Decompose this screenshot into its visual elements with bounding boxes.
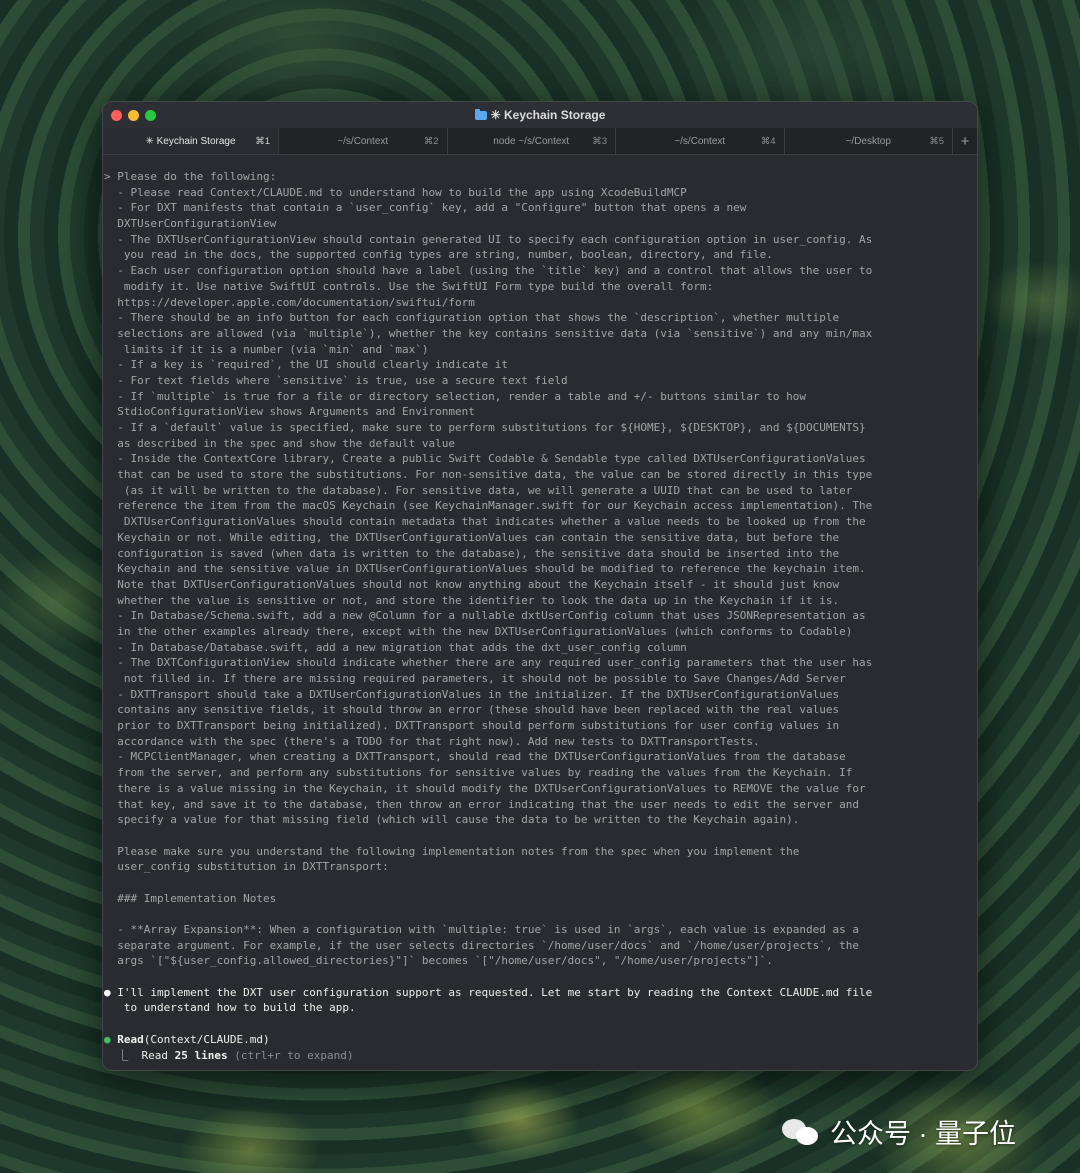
prompt-line: - Please read Context/CLAUDE.md to under… xyxy=(104,185,687,199)
terminal-window: ✳ Keychain Storage ✳ Keychain Storage ⌘1… xyxy=(102,101,978,1071)
tab-shortcut: ⌘5 xyxy=(929,135,944,147)
prompt-line: selections are allowed (via `multiple`),… xyxy=(104,326,873,340)
prompt-line: (as it will be written to the database).… xyxy=(104,483,853,497)
prompt-line: whether the value is sensitive or not, a… xyxy=(104,593,840,607)
prompt-line: that key, and save it to the database, t… xyxy=(104,797,859,811)
prompt-line: - If `multiple` is true for a file or di… xyxy=(104,389,806,403)
tab-label: ~/s/Context xyxy=(337,135,389,147)
response-text: I'll implement the DXT user configuratio… xyxy=(117,985,873,999)
window-title: ✳ Keychain Storage xyxy=(474,108,606,122)
folder-icon xyxy=(474,108,487,120)
minimize-button[interactable] xyxy=(128,110,139,121)
prompt-line: modify it. Use native SwiftUI controls. … xyxy=(104,279,714,293)
prompt-line: https://developer.apple.com/documentatio… xyxy=(104,295,475,309)
prompt-line: args `["${user_config.allowed_directorie… xyxy=(104,954,773,968)
window-title-text: ✳ Keychain Storage xyxy=(490,108,606,122)
tab-shortcut: ⌘2 xyxy=(423,135,439,147)
tab-3[interactable]: node ~/s/Context ⌘3 xyxy=(448,128,616,154)
tool-bullet-icon: ● xyxy=(104,1032,111,1046)
prompt-line: that can be used to store the substituti… xyxy=(104,468,873,482)
prompt-line: - For text fields where `sensitive` is t… xyxy=(104,373,568,387)
prompt-line: - If a key is `required`, the UI should … xyxy=(104,358,508,372)
prompt-line: ### Implementation Notes xyxy=(104,891,277,905)
prompt-line: DXTUserConfigurationValues should contai… xyxy=(104,515,866,529)
prompt-line xyxy=(104,906,965,922)
prompt-line: - Each user configuration option should … xyxy=(104,264,873,278)
result-suffix: lines xyxy=(187,1048,228,1062)
expand-hint: (ctrl+r to expand) xyxy=(227,1048,354,1062)
watermark: 公众号 · 量子位 xyxy=(782,1112,1016,1151)
tool-args: (Context/CLAUDE.md) xyxy=(143,1032,270,1046)
prompt-line: configuration is saved (when data is wri… xyxy=(104,546,840,560)
zoom-button[interactable] xyxy=(145,110,156,121)
prompt-line: you read in the docs, the supported conf… xyxy=(104,248,773,262)
title-bar[interactable]: ✳ Keychain Storage xyxy=(103,102,977,128)
tab-shortcut: ⌘3 xyxy=(592,135,607,147)
prompt-line xyxy=(104,875,965,891)
result-prefix-icon: ⎿ xyxy=(104,1048,142,1062)
tab-shortcut: ⌘1 xyxy=(255,135,270,147)
prompt-line: there is a value missing in the Keychain… xyxy=(104,781,866,795)
new-tab-button[interactable]: + xyxy=(953,128,977,154)
prompt-line: - There should be an info button for eac… xyxy=(104,311,840,325)
prompt-line: prior to DXTTransport being initialized)… xyxy=(104,719,840,733)
prompt-line: - The DXTConfigurationView should indica… xyxy=(104,656,873,670)
prompt-line: > Please do the following: xyxy=(104,170,277,183)
result-count: 25 xyxy=(174,1048,188,1062)
prompt-line: DXTUserConfigurationView xyxy=(104,217,277,231)
response-line: ● I'll implement the DXT user configurat… xyxy=(104,985,965,1001)
prompt-block: > Please do the following: - Please read… xyxy=(104,169,965,985)
prompt-line: accordance with the spec (there's a TODO… xyxy=(104,734,760,748)
prompt-line xyxy=(104,828,965,844)
prompt-line: contains any sensitive fields, it should… xyxy=(104,703,840,717)
prompt-line: separate argument. For example, if the u… xyxy=(104,938,859,952)
tab-shortcut: ⌘4 xyxy=(760,135,776,147)
prompt-line: from the server, and perform any substit… xyxy=(104,766,853,780)
tool-result-line[interactable]: ⎿ Read 25 lines (ctrl+r to expand) xyxy=(104,1048,965,1064)
prompt-line: as described in the spec and show the de… xyxy=(104,436,455,450)
prompt-line: user_config substitution in DXTTransport… xyxy=(104,860,389,874)
tool-call-line: ● Read(Context/CLAUDE.md) xyxy=(104,1032,965,1048)
tab-2[interactable]: ~/s/Context ⌘2 xyxy=(279,128,448,154)
prompt-line: Please make sure you understand the foll… xyxy=(104,844,800,858)
prompt-line: - **Array Expansion**: When a configurat… xyxy=(104,923,859,936)
tab-bar: ✳ Keychain Storage ⌘1 ~/s/Context ⌘2 nod… xyxy=(103,128,977,155)
prompt-line: reference the item from the macOS Keycha… xyxy=(104,499,873,513)
window-controls xyxy=(111,110,156,121)
prompt-line: - In Database/Database.swift, add a new … xyxy=(104,640,687,654)
tool-name: Read xyxy=(117,1032,144,1046)
prompt-line: specify a value for that missing field (… xyxy=(104,813,800,827)
prompt-line: not filled in. If there are missing requ… xyxy=(104,672,846,685)
response-line: to understand how to build the app. xyxy=(104,1001,356,1015)
prompt-line: - Inside the ContextCore library, Create… xyxy=(104,452,866,466)
tab-5[interactable]: ~/Desktop ⌘5 xyxy=(785,128,953,154)
prompt-line: Note that DXTUserConfigurationValues sho… xyxy=(104,577,840,591)
prompt-line: Keychain and the sensitive value in DXTU… xyxy=(104,562,866,576)
tab-label: ~/s/Context xyxy=(674,135,726,147)
prompt-line: limits if it is a number (via `min` and … xyxy=(104,342,429,356)
prompt-line: - MCPClientManager, when creating a DXTT… xyxy=(104,750,846,764)
prompt-line: - The DXTUserConfigurationView should co… xyxy=(104,232,873,246)
watermark-text: 公众号 · 量子位 xyxy=(830,1119,1016,1149)
prompt-line xyxy=(104,969,965,985)
terminal-output[interactable]: > Please do the following: - Please read… xyxy=(103,169,977,1070)
tab-label: node ~/s/Context xyxy=(493,135,570,147)
prompt-line: in the other examples already there, exc… xyxy=(104,624,853,638)
wechat-icon xyxy=(782,1117,822,1147)
close-button[interactable] xyxy=(111,110,122,121)
prompt-line: StdioConfigurationView shows Arguments a… xyxy=(104,405,475,419)
tab-4[interactable]: ~/s/Context ⌘4 xyxy=(616,128,785,154)
tab-label: ~/Desktop xyxy=(845,135,891,147)
result-label: Read xyxy=(141,1048,175,1062)
tab-label: ✳ Keychain Storage xyxy=(145,135,236,147)
prompt-line: Keychain or not. While editing, the DXTU… xyxy=(104,530,840,544)
tab-1[interactable]: ✳ Keychain Storage ⌘1 xyxy=(103,128,279,154)
prompt-line: - In Database/Schema.swift, add a new @C… xyxy=(104,609,866,623)
prompt-line: - For DXT manifests that contain a `user… xyxy=(104,201,747,215)
bullet-icon: ● xyxy=(104,985,111,999)
prompt-line: - If a `default` value is specified, mak… xyxy=(104,421,866,434)
prompt-line: - DXTTransport should take a DXTUserConf… xyxy=(104,687,840,701)
